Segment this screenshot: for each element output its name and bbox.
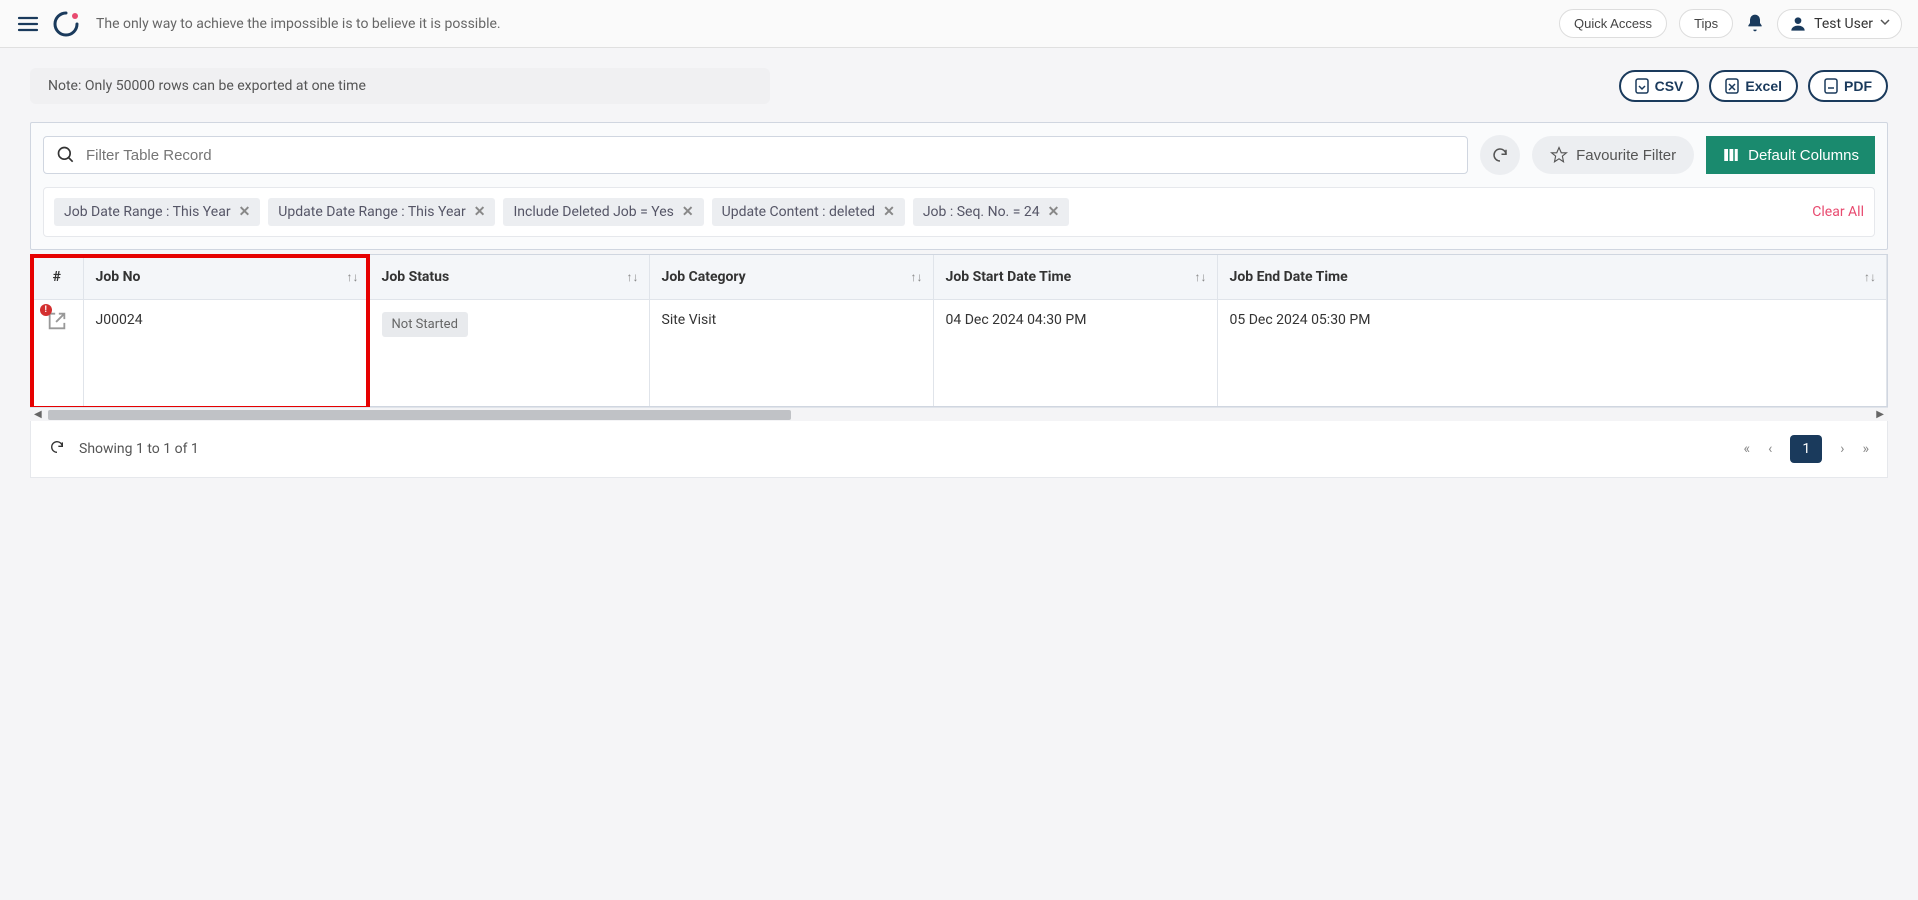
file-icon (1635, 78, 1649, 94)
horizontal-scrollbar[interactable]: ◀ ▶ (30, 407, 1888, 421)
search-input-wrap[interactable] (43, 136, 1468, 174)
page-prev[interactable]: ‹ (1768, 441, 1772, 457)
app-header: The only way to achieve the impossible i… (0, 0, 1918, 48)
filter-chip: Job : Seq. No. = 24✕ (913, 198, 1070, 226)
col-start[interactable]: Job Start Date Time↑↓ (933, 255, 1217, 300)
data-table: # Job No↑↓ Job Status↑↓ Job Category↑↓ J… (30, 254, 1888, 407)
tips-button[interactable]: Tips (1679, 9, 1733, 38)
star-icon (1550, 146, 1568, 164)
page-first[interactable]: « (1744, 441, 1751, 457)
file-icon (1725, 78, 1739, 94)
sort-icon[interactable]: ↑↓ (1195, 270, 1207, 284)
refresh-icon (1491, 146, 1509, 164)
quick-access-button[interactable]: Quick Access (1559, 9, 1667, 38)
page-current[interactable]: 1 (1790, 435, 1822, 463)
pager-info: Showing 1 to 1 of 1 (79, 441, 199, 457)
chip-remove[interactable]: ✕ (1048, 204, 1060, 220)
cell-category: Site Visit (649, 300, 933, 406)
favourite-filter-button[interactable]: Favourite Filter (1532, 136, 1694, 174)
sort-icon[interactable]: ↑↓ (911, 270, 923, 284)
row-action-cell[interactable]: ! (31, 300, 83, 406)
chip-remove[interactable]: ✕ (239, 204, 251, 220)
status-badge: Not Started (382, 312, 468, 337)
note-bar: Note: Only 50000 rows can be exported at… (30, 68, 770, 104)
cell-job-no: J00024 (83, 300, 369, 406)
sort-icon[interactable]: ↑↓ (347, 270, 359, 284)
cell-end: 05 Dec 2024 05:30 PM (1217, 300, 1887, 406)
col-hash[interactable]: # (31, 255, 83, 300)
chip-remove[interactable]: ✕ (883, 204, 895, 220)
search-input[interactable] (86, 147, 1455, 164)
refresh-button[interactable] (1480, 135, 1520, 175)
logo-icon[interactable] (52, 10, 80, 38)
filter-chip: Job Date Range : This Year✕ (54, 198, 260, 226)
scroll-right-icon[interactable]: ▶ (1876, 409, 1884, 420)
page-next[interactable]: › (1840, 441, 1844, 457)
filter-chip: Update Content : deleted✕ (712, 198, 905, 226)
sort-icon[interactable]: ↑↓ (627, 270, 639, 284)
pdf-button[interactable]: PDF (1808, 70, 1888, 102)
bell-icon[interactable] (1745, 13, 1765, 35)
cell-start: 04 Dec 2024 04:30 PM (933, 300, 1217, 406)
header-right: Quick Access Tips Test User (1559, 9, 1902, 39)
col-end[interactable]: Job End Date Time↑↓ (1217, 255, 1887, 300)
alert-badge-icon: ! (40, 304, 52, 316)
col-job-no[interactable]: Job No↑↓ (83, 255, 369, 300)
table-row[interactable]: ! J00024 Not Started Site Visit 04 Dec 2… (31, 300, 1887, 406)
avatar-icon (1788, 14, 1808, 34)
chip-remove[interactable]: ✕ (682, 204, 694, 220)
filter-chip: Update Date Range : This Year✕ (268, 198, 495, 226)
page-last[interactable]: » (1862, 441, 1869, 457)
default-columns-button[interactable]: Default Columns (1706, 136, 1875, 174)
user-menu[interactable]: Test User (1777, 9, 1902, 39)
file-icon (1824, 78, 1838, 94)
search-icon (56, 145, 76, 165)
menu-icon[interactable] (16, 12, 40, 36)
filter-chip: Include Deleted Job = Yes✕ (503, 198, 703, 226)
cell-status: Not Started (369, 300, 649, 406)
col-job-status[interactable]: Job Status↑↓ (369, 255, 649, 300)
col-job-category[interactable]: Job Category↑↓ (649, 255, 933, 300)
filter-card: Favourite Filter Default Columns Job Dat… (30, 122, 1888, 250)
tagline: The only way to achieve the impossible i… (96, 16, 1559, 32)
excel-button[interactable]: Excel (1709, 70, 1798, 102)
columns-icon (1722, 146, 1740, 164)
chevron-down-icon (1879, 16, 1891, 32)
sort-icon[interactable]: ↑↓ (1864, 270, 1876, 284)
user-name: Test User (1814, 16, 1873, 32)
refresh-icon[interactable] (49, 439, 65, 459)
open-icon[interactable]: ! (46, 310, 68, 336)
pagination-bar: Showing 1 to 1 of 1 « ‹ 1 › » (30, 421, 1888, 478)
filter-chips: Job Date Range : This Year✕ Update Date … (43, 187, 1875, 237)
clear-all-link[interactable]: Clear All (1812, 204, 1864, 220)
chip-remove[interactable]: ✕ (474, 204, 486, 220)
scroll-thumb[interactable] (48, 410, 791, 420)
scroll-left-icon[interactable]: ◀ (34, 409, 42, 420)
csv-button[interactable]: CSV (1619, 70, 1700, 102)
